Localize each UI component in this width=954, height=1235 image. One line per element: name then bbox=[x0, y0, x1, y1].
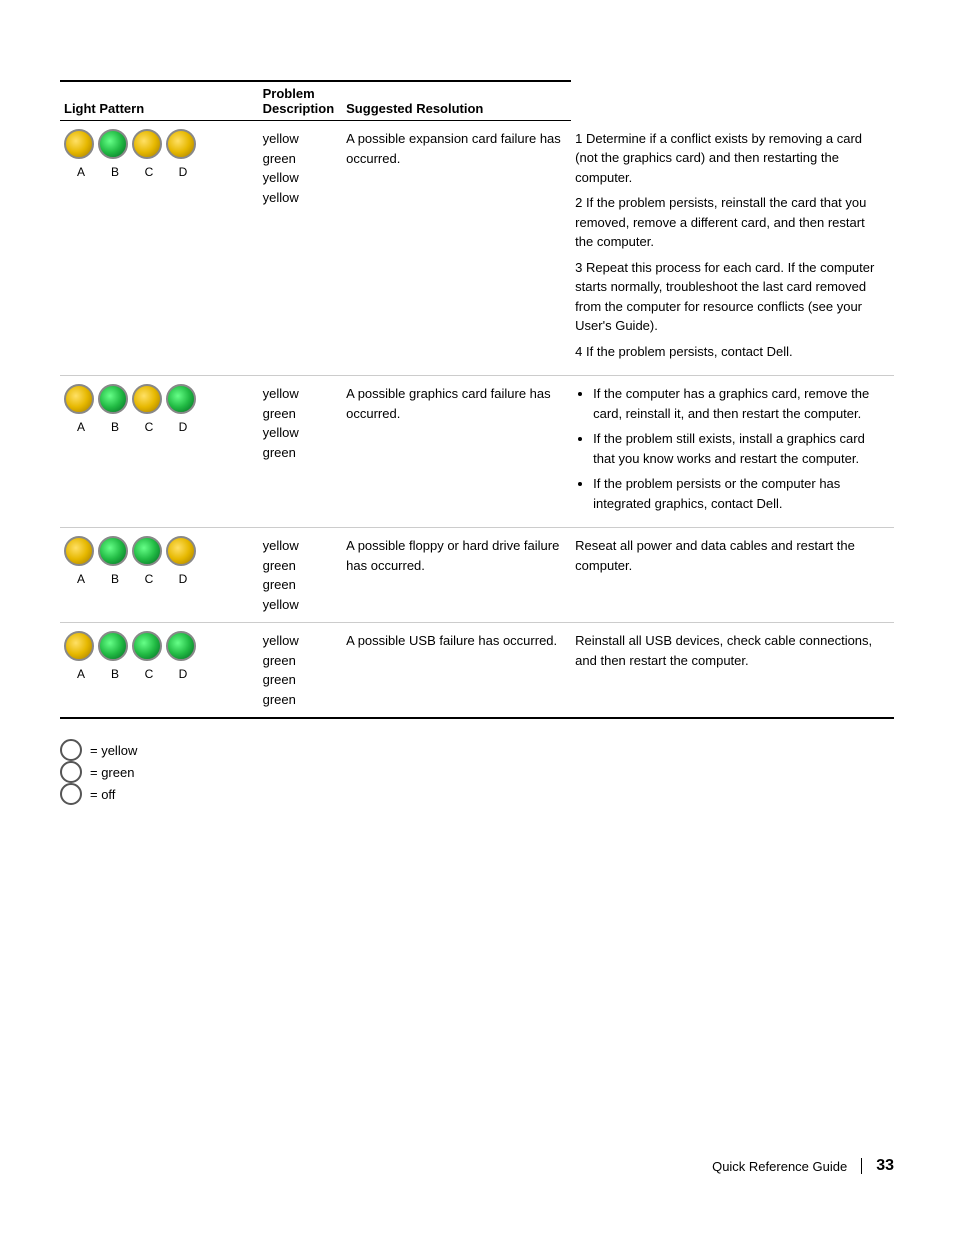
light-green-3 bbox=[166, 631, 196, 661]
legend-yellow: = yellow bbox=[60, 739, 894, 761]
light-green-3 bbox=[166, 384, 196, 414]
light-green-2 bbox=[132, 536, 162, 566]
light-yellow-2 bbox=[132, 384, 162, 414]
light-green-1 bbox=[98, 631, 128, 661]
problem-cell: A possible expansion card failure has oc… bbox=[342, 121, 571, 376]
table-row: ABCDyellowgreenyellowyellowA possible ex… bbox=[60, 121, 894, 376]
light-yellow-3 bbox=[166, 536, 196, 566]
colors-text-cell: yellowgreengreengreen bbox=[259, 623, 343, 719]
resolution-cell: Reinstall all USB devices, check cable c… bbox=[571, 623, 894, 719]
page-number: 33 bbox=[876, 1157, 894, 1175]
colors-text-cell: yellowgreengreenyellow bbox=[259, 528, 343, 623]
legend-section: = yellow = green = off bbox=[60, 739, 894, 815]
resolution-item: 2 If the problem persists, reinstall the… bbox=[575, 193, 886, 252]
legend-yellow-label: = yellow bbox=[90, 743, 137, 758]
table-row: ABCDyellowgreengreengreenA possible USB … bbox=[60, 623, 894, 719]
page-footer: Quick Reference Guide 33 bbox=[712, 1157, 894, 1175]
col-header-problem: Problem Description bbox=[259, 81, 343, 121]
resolution-item: If the computer has a graphics card, rem… bbox=[593, 384, 886, 423]
resolution-item: If the problem persists or the computer … bbox=[593, 474, 886, 513]
light-green-1 bbox=[98, 536, 128, 566]
legend-off-light bbox=[60, 783, 82, 805]
legend-green-light bbox=[60, 761, 82, 783]
legend-off: = off bbox=[60, 783, 894, 805]
resolution-item: 4 If the problem persists, contact Dell. bbox=[575, 342, 886, 362]
light-yellow-0 bbox=[64, 536, 94, 566]
resolution-item: 3 Repeat this process for each card. If … bbox=[575, 258, 886, 336]
resolution-cell: 1 Determine if a conflict exists by remo… bbox=[571, 121, 894, 376]
legend-green-label: = green bbox=[90, 765, 134, 780]
light-pattern-cell: ABCD bbox=[60, 528, 259, 623]
light-green-2 bbox=[132, 631, 162, 661]
table-row: ABCDyellowgreenyellowgreenA possible gra… bbox=[60, 376, 894, 528]
light-yellow-2 bbox=[132, 129, 162, 159]
light-yellow-0 bbox=[64, 384, 94, 414]
legend-off-label: = off bbox=[90, 787, 115, 802]
light-yellow-3 bbox=[166, 129, 196, 159]
colors-text-cell: yellowgreenyellowgreen bbox=[259, 376, 343, 528]
light-yellow-0 bbox=[64, 631, 94, 661]
resolution-cell: If the computer has a graphics card, rem… bbox=[571, 376, 894, 528]
col-header-resolution: Suggested Resolution bbox=[342, 81, 571, 121]
footer-divider bbox=[861, 1158, 862, 1174]
resolution-cell: Reseat all power and data cables and res… bbox=[571, 528, 894, 623]
light-pattern-cell: ABCD bbox=[60, 376, 259, 528]
problem-cell: A possible graphics card failure has occ… bbox=[342, 376, 571, 528]
light-green-1 bbox=[98, 384, 128, 414]
legend-green: = green bbox=[60, 761, 894, 783]
col-header-light-pattern: Light Pattern bbox=[60, 81, 259, 121]
legend-yellow-light bbox=[60, 739, 82, 761]
guide-label: Quick Reference Guide bbox=[712, 1159, 847, 1174]
light-pattern-cell: ABCD bbox=[60, 623, 259, 719]
light-green-1 bbox=[98, 129, 128, 159]
table-row: ABCDyellowgreengreenyellowA possible flo… bbox=[60, 528, 894, 623]
problem-cell: A possible USB failure has occurred. bbox=[342, 623, 571, 719]
colors-text-cell: yellowgreenyellowyellow bbox=[259, 121, 343, 376]
light-yellow-0 bbox=[64, 129, 94, 159]
problem-cell: A possible floppy or hard drive failure … bbox=[342, 528, 571, 623]
resolution-item: If the problem still exists, install a g… bbox=[593, 429, 886, 468]
diagnostic-table: Light Pattern Problem Description Sugges… bbox=[60, 80, 894, 719]
light-pattern-cell: ABCD bbox=[60, 121, 259, 376]
resolution-item: 1 Determine if a conflict exists by remo… bbox=[575, 129, 886, 188]
